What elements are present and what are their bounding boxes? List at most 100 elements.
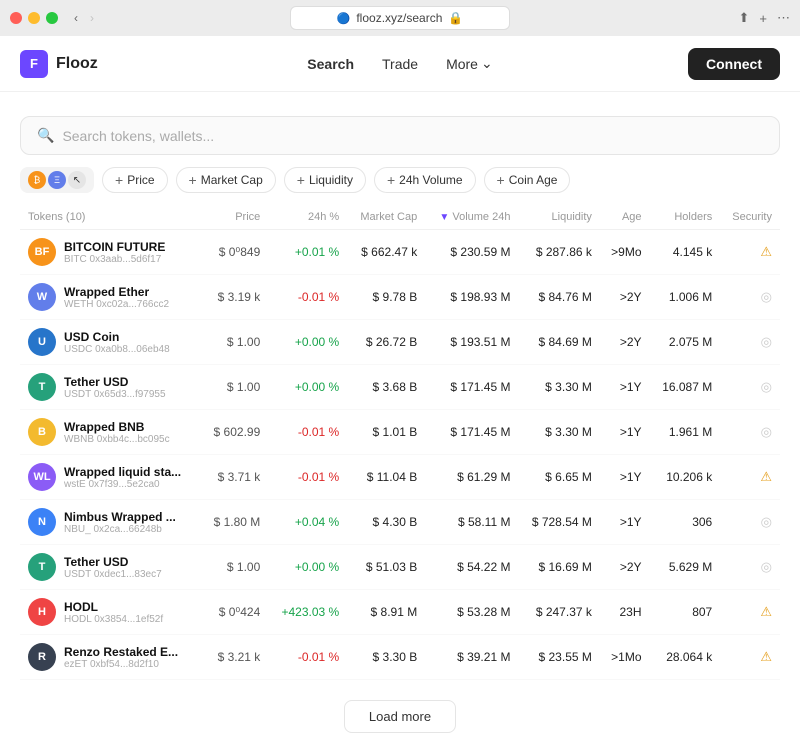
holders-cell-6: 306 — [650, 500, 721, 545]
table-row[interactable]: H HODL HODL 0x3854...1ef52f $ 0⁰424 +423… — [20, 590, 780, 635]
nav-search[interactable]: Search — [307, 56, 354, 72]
token-name-4: Wrapped BNB — [64, 420, 170, 434]
forward-icon: › — [90, 11, 94, 25]
age-cell-8: 23H — [600, 590, 650, 635]
search-input[interactable] — [62, 128, 763, 144]
change-cell-0: +0.01 % — [268, 230, 347, 275]
table-row[interactable]: WL Wrapped liquid sta... wstE 0x7f39...5… — [20, 455, 780, 500]
liquidity-cell-6: $ 728.54 M — [518, 500, 599, 545]
col-age[interactable]: Age — [600, 205, 650, 230]
holders-cell-0: 4.145 k — [650, 230, 721, 275]
table-header-row: Tokens (10) Price 24h % Market Cap ▼ Vol… — [20, 205, 780, 230]
token-logo-5: WL — [28, 463, 56, 491]
table-row[interactable]: W Wrapped Ether WETH 0xc02a...766cc2 $ 3… — [20, 275, 780, 320]
holders-cell-3: 16.087 M — [650, 365, 721, 410]
page-icon: 🔵 — [337, 12, 351, 25]
price-cell-0: $ 0⁰849 — [201, 230, 268, 275]
holders-cell-5: 10.206 k — [650, 455, 721, 500]
holders-cell-8: 807 — [650, 590, 721, 635]
liquidity-cell-5: $ 6.65 M — [518, 455, 599, 500]
table-row[interactable]: T Tether USD USDT 0xdec1...83ec7 $ 1.00 … — [20, 545, 780, 590]
change-cell-5: -0.01 % — [268, 455, 347, 500]
security-cell-3: ◎ — [720, 365, 780, 410]
table-row[interactable]: U USD Coin USDC 0xa0b8...06eb48 $ 1.00 +… — [20, 320, 780, 365]
table-row[interactable]: R Renzo Restaked E... ezET 0xbf54...8d2f… — [20, 635, 780, 680]
token-name-9: Renzo Restaked E... — [64, 645, 178, 659]
filter-liquidity-btn[interactable]: + Liquidity — [284, 167, 366, 193]
filter-volume-btn[interactable]: + 24h Volume — [374, 167, 476, 193]
token-cell-3: T Tether USD USDT 0x65d3...f97955 — [20, 365, 201, 410]
liquidity-cell-1: $ 84.76 M — [518, 275, 599, 320]
security-cell-8: ⚠ — [720, 590, 780, 635]
token-name-2: USD Coin — [64, 330, 170, 344]
col-change[interactable]: 24h % — [268, 205, 347, 230]
col-security[interactable]: Security — [720, 205, 780, 230]
nav-more[interactable]: More ⌄ — [446, 55, 493, 72]
marketcap-cell-8: $ 8.91 M — [347, 590, 425, 635]
filter-coinage-btn[interactable]: + Coin Age — [484, 167, 571, 193]
change-cell-2: +0.00 % — [268, 320, 347, 365]
token-name-0: BITCOIN FUTURE — [64, 240, 165, 254]
table-row[interactable]: BF BITCOIN FUTURE BITC 0x3aab...5d6f17 $… — [20, 230, 780, 275]
volume-cell-0: $ 230.59 M — [425, 230, 518, 275]
filter-price-btn[interactable]: + Price — [102, 167, 168, 193]
table-row[interactable]: N Nimbus Wrapped ... NBU_ 0x2ca...66248b… — [20, 500, 780, 545]
liquidity-cell-8: $ 247.37 k — [518, 590, 599, 635]
new-tab-icon[interactable]: + — [759, 11, 767, 26]
col-price[interactable]: Price — [201, 205, 268, 230]
filter-chain-icons[interactable]: ₿ Ξ ↖ — [20, 167, 94, 193]
table-row[interactable]: B Wrapped BNB WBNB 0xbb4c...bc095c $ 602… — [20, 410, 780, 455]
token-info-8: HODL HODL 0x3854...1ef52f — [64, 600, 163, 625]
back-icon[interactable]: ‹ — [74, 11, 78, 25]
holders-cell-9: 28.064 k — [650, 635, 721, 680]
share-icon[interactable]: ⬆ — [739, 10, 750, 26]
age-cell-3: >1Y — [600, 365, 650, 410]
table-row[interactable]: T Tether USD USDT 0x65d3...f97955 $ 1.00… — [20, 365, 780, 410]
minimize-dot[interactable] — [28, 12, 40, 24]
close-dot[interactable] — [10, 12, 22, 24]
logo-icon: F — [20, 50, 48, 78]
warning-icon: ⚠ — [760, 469, 772, 484]
logo[interactable]: F Flooz — [20, 50, 98, 78]
col-liquidity[interactable]: Liquidity — [518, 205, 599, 230]
token-info-4: Wrapped BNB WBNB 0xbb4c...bc095c — [64, 420, 170, 445]
marketcap-cell-9: $ 3.30 B — [347, 635, 425, 680]
more-icon[interactable]: ⋯ — [777, 10, 790, 26]
plus-icon: + — [297, 172, 305, 188]
age-cell-7: >2Y — [600, 545, 650, 590]
security-cell-9: ⚠ — [720, 635, 780, 680]
age-cell-0: >9Mo — [600, 230, 650, 275]
age-cell-1: >2Y — [600, 275, 650, 320]
search-box[interactable]: 🔍 — [20, 116, 780, 155]
filter-marketcap-btn[interactable]: + Market Cap — [176, 167, 276, 193]
connect-button[interactable]: Connect — [688, 48, 780, 80]
token-cell-7: T Tether USD USDT 0xdec1...83ec7 — [20, 545, 201, 590]
load-more-button[interactable]: Load more — [344, 700, 456, 733]
liquidity-cell-0: $ 287.86 k — [518, 230, 599, 275]
volume-cell-2: $ 193.51 M — [425, 320, 518, 365]
token-info-3: Tether USD USDT 0x65d3...f97955 — [64, 375, 166, 400]
token-name-5: Wrapped liquid sta... — [64, 465, 181, 479]
token-logo-6: N — [28, 508, 56, 536]
col-holders[interactable]: Holders — [650, 205, 721, 230]
check-icon: ◎ — [761, 334, 772, 349]
holders-cell-4: 1.961 M — [650, 410, 721, 455]
volume-cell-3: $ 171.45 M — [425, 365, 518, 410]
token-logo-9: R — [28, 643, 56, 671]
check-icon: ◎ — [761, 559, 772, 574]
price-cell-1: $ 3.19 k — [201, 275, 268, 320]
token-info-6: Nimbus Wrapped ... NBU_ 0x2ca...66248b — [64, 510, 176, 535]
token-name-8: HODL — [64, 600, 163, 614]
token-cell-8: H HODL HODL 0x3854...1ef52f — [20, 590, 201, 635]
url-bar[interactable]: 🔵 flooz.xyz/search 🔒 — [290, 6, 510, 30]
price-cell-2: $ 1.00 — [201, 320, 268, 365]
nav-trade[interactable]: Trade — [382, 56, 418, 72]
check-icon: ◎ — [761, 289, 772, 304]
col-marketcap[interactable]: Market Cap — [347, 205, 425, 230]
col-volume[interactable]: ▼ Volume 24h — [425, 205, 518, 230]
age-cell-5: >1Y — [600, 455, 650, 500]
volume-cell-1: $ 198.93 M — [425, 275, 518, 320]
holders-cell-7: 5.629 M — [650, 545, 721, 590]
chain-icon-eth: Ξ — [48, 171, 66, 189]
fullscreen-dot[interactable] — [46, 12, 58, 24]
